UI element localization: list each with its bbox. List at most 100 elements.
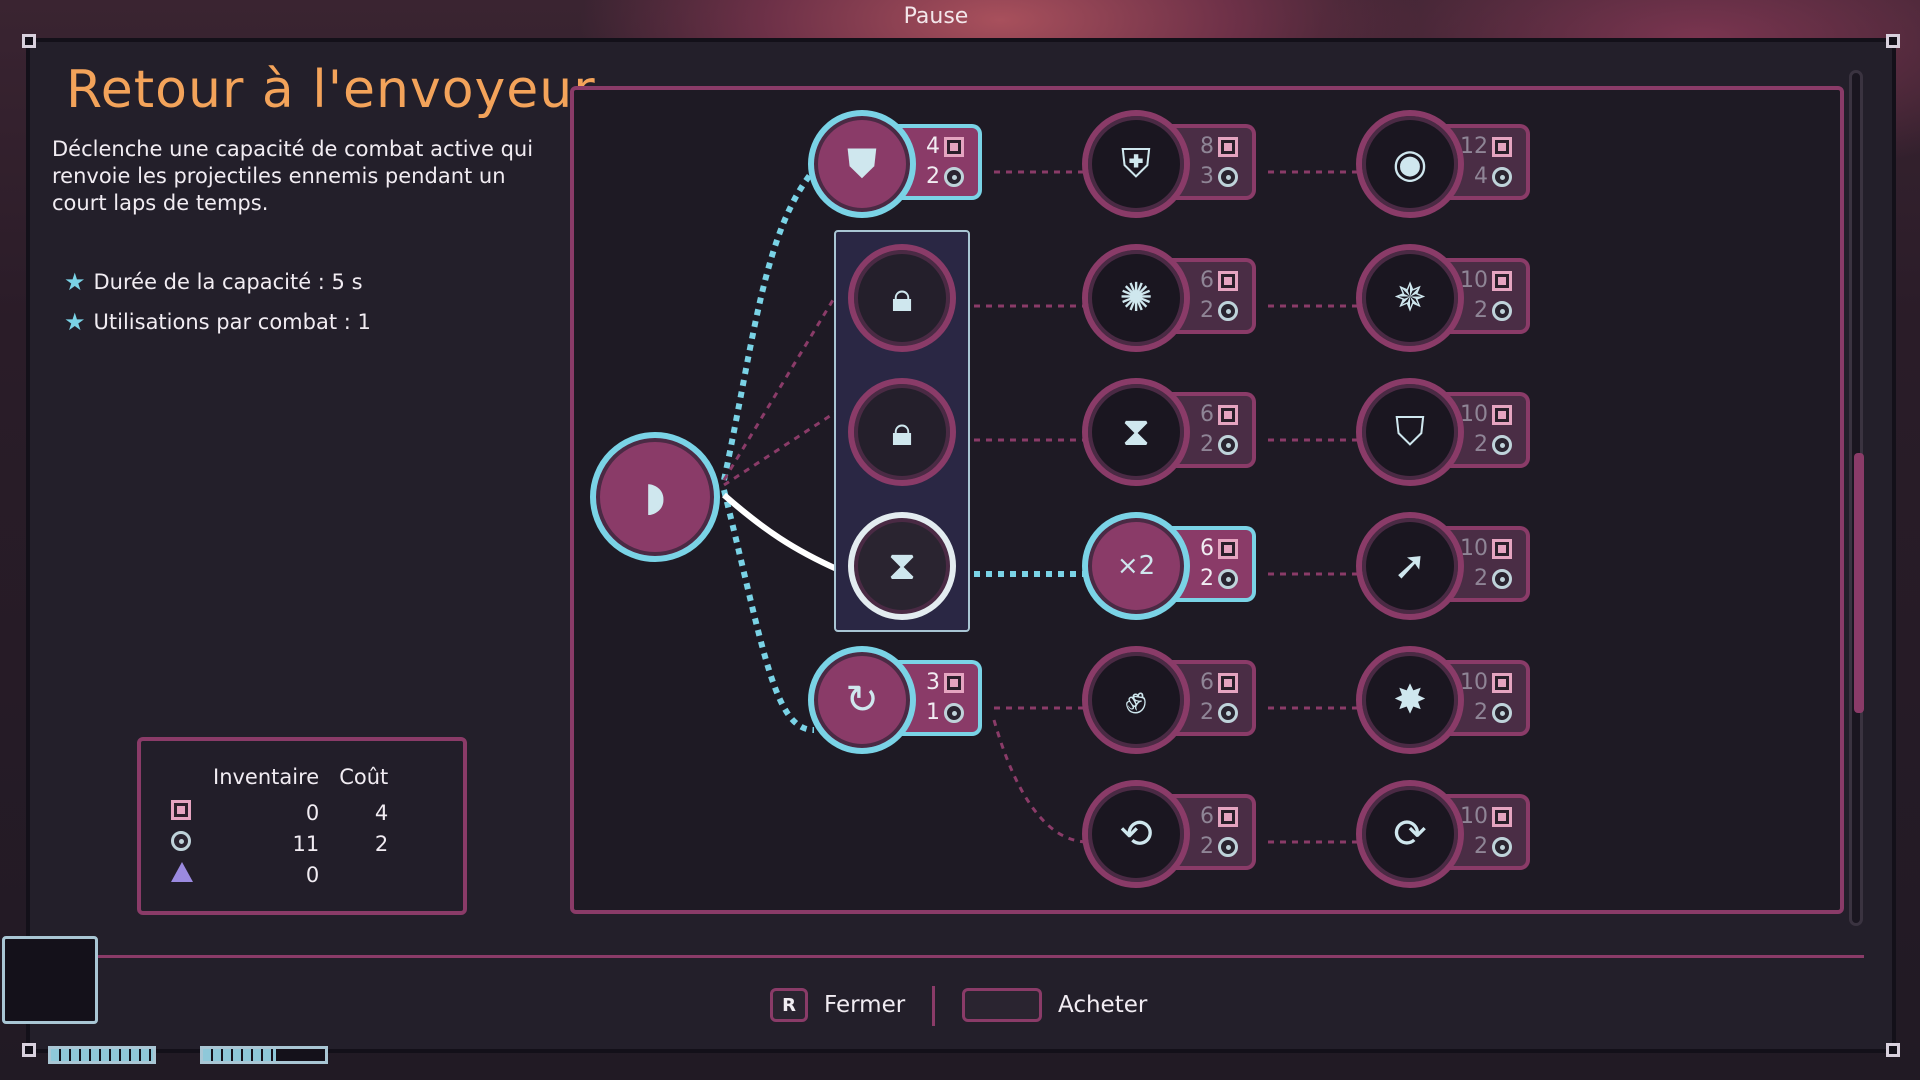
gear-coin-icon	[1492, 702, 1512, 723]
fist-icon: ✊︎	[1125, 677, 1147, 723]
dome-shield-icon: ◗	[644, 474, 666, 520]
inventory-value: 0	[305, 862, 320, 887]
lock-icon: 🔒︎	[891, 275, 913, 321]
gear-coin-icon	[1492, 568, 1512, 589]
star-icon: ★	[64, 268, 86, 296]
inventory-header: Inventaire	[213, 765, 320, 789]
weapon-slot	[2, 936, 98, 1024]
currency-table: Inventaire Coût 0 4 11 2 0	[161, 765, 398, 890]
chip-cost: 10	[1460, 268, 1488, 293]
currency-row: 0 4	[161, 797, 398, 828]
gear-cost: 2	[1474, 298, 1488, 323]
hold-button-icon	[962, 988, 1042, 1022]
gear-coin-icon	[1218, 300, 1238, 321]
gear-cost: 4	[1474, 164, 1488, 189]
star-icon: ★	[64, 308, 86, 336]
health-bar	[200, 1046, 328, 1064]
gear-cost: 3	[1200, 164, 1214, 189]
buy-prompt[interactable]: Acheter	[962, 988, 1147, 1022]
gear-coin-icon	[1218, 836, 1238, 857]
close-prompt[interactable]: R Fermer	[770, 988, 905, 1022]
gear-coin-icon	[944, 166, 964, 187]
gear-coin-icon	[1492, 166, 1512, 187]
chip-cost: 10	[1460, 804, 1488, 829]
gear-coin-icon	[1218, 166, 1238, 187]
cycle-shield-icon: ↻	[845, 677, 879, 723]
gear-coin-icon	[944, 702, 964, 723]
chip-cost: 10	[1460, 536, 1488, 561]
chip-cost: 3	[926, 670, 940, 695]
r-key-icon: R	[770, 988, 808, 1022]
square-chip-icon	[1218, 270, 1238, 291]
gear-cost: 1	[926, 700, 940, 725]
orb-cycle-icon: ⟲	[1119, 811, 1153, 857]
inventory-value: 11	[292, 831, 320, 856]
pause-title: Pause	[903, 4, 969, 29]
tree-scrollbar[interactable]	[1849, 70, 1864, 926]
square-chip-icon	[1492, 672, 1512, 693]
gear-cost: 2	[1474, 834, 1488, 859]
gear-coin-icon	[1218, 702, 1238, 723]
blade-icon: ➚	[1393, 543, 1427, 589]
skill-description: Déclenche une capacité de combat active …	[52, 137, 534, 215]
square-chip-icon	[171, 800, 191, 820]
chip-cost: 10	[1460, 402, 1488, 427]
stat-uses-label: Utilisations par combat : 1	[93, 310, 371, 334]
figure-storm-icon: ✵	[1393, 275, 1427, 321]
corner-ornament	[22, 34, 36, 48]
gear-coin-icon	[1492, 300, 1512, 321]
square-chip-icon	[944, 136, 964, 157]
square-chip-icon	[1492, 136, 1512, 157]
halo-shield-icon: ⛉	[1395, 409, 1425, 455]
square-chip-icon	[1492, 806, 1512, 827]
square-chip-icon	[944, 672, 964, 693]
inventory-value: 0	[305, 800, 320, 825]
gear-coin-icon	[1492, 434, 1512, 455]
gear-cost: 2	[1200, 834, 1214, 859]
square-chip-icon	[1492, 404, 1512, 425]
cost-value: 4	[374, 800, 389, 825]
orb-cycle-plus-icon: ⟳	[1393, 811, 1427, 857]
lock-icon: 🔒︎	[891, 409, 913, 455]
player-hud	[0, 930, 340, 1080]
prompt-divider	[932, 986, 935, 1026]
cost-value: 2	[374, 831, 389, 856]
stat-duration-label: Durée de la capacité : 5 s	[93, 270, 363, 294]
skill-title: Retour à l'envoyeur	[66, 60, 596, 120]
gear-cost: 2	[1200, 298, 1214, 323]
gear-cost: 2	[926, 164, 940, 189]
currency-box: Inventaire Coût 0 4 11 2 0	[137, 737, 467, 915]
square-chip-icon	[1218, 136, 1238, 157]
chip-cost: 4	[926, 134, 940, 159]
cost-value	[329, 859, 398, 890]
gear-cost: 2	[1474, 700, 1488, 725]
currency-row: 0	[161, 859, 398, 890]
corner-ornament	[1886, 34, 1900, 48]
square-chip-icon	[1218, 538, 1238, 559]
gear-cost: 2	[1474, 566, 1488, 591]
triangle-shard-icon	[171, 862, 193, 882]
fist-burst-icon: ✸	[1393, 677, 1427, 723]
buy-label: Acheter	[1058, 992, 1148, 1018]
x2-icon: ×2	[1116, 551, 1156, 581]
chip-cost: 6	[1200, 402, 1214, 427]
storm-icon: ✺	[1119, 275, 1153, 321]
gear-cost: 2	[1474, 432, 1488, 457]
chip-cost: 6	[1200, 670, 1214, 695]
close-label: Fermer	[824, 992, 906, 1018]
chip-cost: 12	[1460, 134, 1488, 159]
gear-coin-icon	[1218, 568, 1238, 589]
gear-coin-icon	[1218, 434, 1238, 455]
shield-icon: ⛊	[847, 141, 877, 187]
stat-duration: ★ Durée de la capacité : 5 s	[64, 268, 363, 296]
scrollbar-thumb[interactable]	[1854, 453, 1864, 713]
energy-bar	[48, 1046, 156, 1064]
hourglass-dome-icon: ⧗	[887, 543, 917, 589]
square-chip-icon	[1218, 672, 1238, 693]
corner-ornament	[1886, 1043, 1900, 1057]
currency-row: 11 2	[161, 828, 398, 859]
skill-tree	[570, 86, 1844, 914]
square-chip-icon	[1218, 404, 1238, 425]
square-chip-icon	[1218, 806, 1238, 827]
chip-cost: 10	[1460, 670, 1488, 695]
